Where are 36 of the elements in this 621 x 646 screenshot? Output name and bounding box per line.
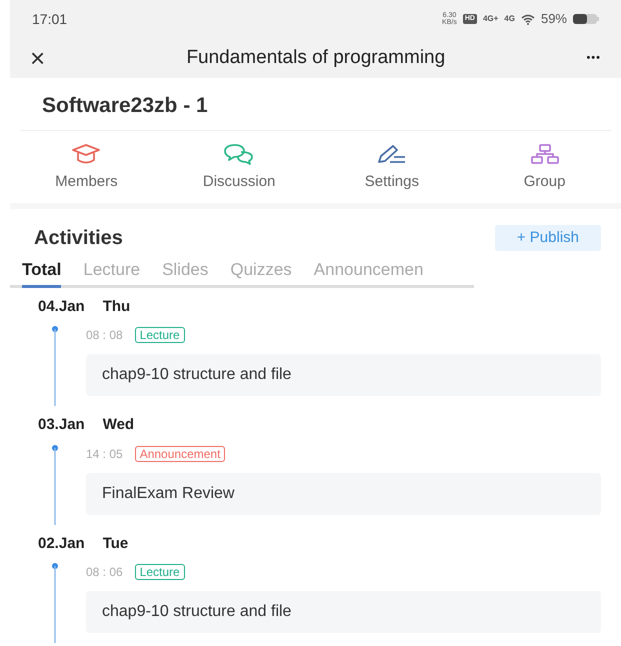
graduation-cap-icon bbox=[71, 142, 102, 164]
day-date: 02.Jan bbox=[38, 534, 85, 554]
day-date: 04.Jan bbox=[38, 296, 85, 316]
more-button[interactable]: ••• bbox=[586, 50, 601, 66]
activity-tag: Lecture bbox=[134, 327, 185, 343]
close-button[interactable]: × bbox=[30, 45, 46, 71]
shortcut-button[interactable]: Discussion bbox=[162, 142, 316, 193]
signal-label: 4G+ bbox=[482, 13, 498, 25]
activity-time: 08 : 08 bbox=[86, 327, 123, 344]
weekday: Thu bbox=[102, 296, 130, 316]
pencil-icon bbox=[376, 142, 408, 164]
day-date: 03.Jan bbox=[38, 415, 85, 435]
publish-button[interactable]: + Publish bbox=[494, 224, 601, 252]
hierarchy-icon bbox=[530, 142, 560, 164]
chat-bubbles-icon bbox=[223, 142, 256, 164]
clock-time: 17:01 bbox=[32, 10, 68, 28]
activity-time: 14 : 05 bbox=[86, 446, 123, 462]
shortcut-button[interactable]: Members bbox=[10, 142, 163, 193]
battery-icon bbox=[573, 14, 599, 24]
battery-percent: 59% bbox=[540, 10, 567, 28]
shortcut-button[interactable]: Settings bbox=[316, 142, 468, 193]
window-title: Fundamentals of programming bbox=[185, 46, 446, 70]
signal-label: 4G bbox=[504, 13, 515, 25]
activity-tag: Announcement bbox=[134, 446, 226, 462]
activity-card[interactable]: chap9-10 structure and file bbox=[86, 591, 601, 633]
filter-tab[interactable]: Total bbox=[22, 257, 62, 288]
activity-card[interactable]: chap9-10 structure and file bbox=[86, 354, 601, 396]
activity-tag: Lecture bbox=[134, 564, 185, 580]
weekday: Wed bbox=[102, 415, 134, 435]
activity-card[interactable]: FinalExam Review bbox=[86, 472, 601, 514]
section-title: Activities bbox=[34, 226, 123, 251]
activity-time: 08 : 06 bbox=[86, 564, 123, 581]
wifi-icon bbox=[520, 14, 535, 24]
weekday: Tue bbox=[102, 534, 128, 554]
shortcut-button[interactable]: Group bbox=[468, 142, 621, 193]
class-name: Software23zb - 1 bbox=[42, 94, 208, 117]
